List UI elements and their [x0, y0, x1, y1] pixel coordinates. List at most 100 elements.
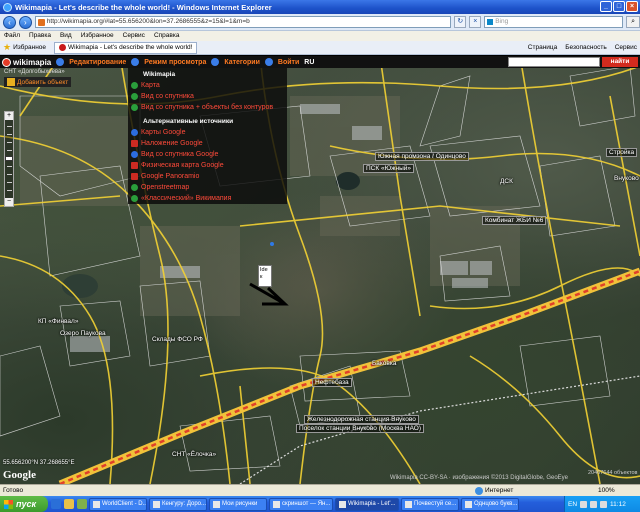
folder-quicklaunch-icon[interactable] [64, 499, 74, 509]
taskbar-item[interactable]: скриншот — Ян... [269, 497, 333, 511]
taskbar-item[interactable]: Однцово букв... [461, 497, 519, 511]
zoom-tick [7, 190, 12, 191]
place-popup[interactable]: Ide к [258, 265, 272, 287]
openstreetmap-icon [131, 184, 138, 191]
page-menu[interactable]: Страница [528, 42, 557, 54]
menu-item-satellite[interactable]: Вид со спутника [131, 91, 287, 102]
map-label[interactable]: ПСК «Южный» [363, 164, 414, 173]
taskbar: пуск WorldClient - D... Кенгуру: Доро...… [0, 496, 640, 512]
menu-edit[interactable]: Правка [29, 31, 51, 41]
wikimapia-logo[interactable]: wikimapia [2, 57, 51, 67]
wikimapia-toolbar: wikimapia Редактирование Режим просмотра… [0, 56, 640, 68]
menu-item-label: Карты Google [141, 129, 186, 136]
taskbar-item[interactable]: Почвестуй се... [401, 497, 459, 511]
task-label: Кенгуру: Доро... [162, 500, 207, 507]
login-link[interactable]: Войти [278, 59, 299, 66]
menu-help[interactable]: Справка [154, 31, 180, 41]
map-label[interactable]: Баковка [372, 360, 396, 367]
map-label[interactable]: Южная промзона / Одинцово [375, 152, 469, 161]
menu-item-classic-wikimapia[interactable]: «Классический» Викимапия [131, 193, 287, 204]
map-label[interactable]: КП «Финвал» [38, 318, 78, 325]
zoom-out-button[interactable]: − [5, 198, 13, 206]
stop-icon[interactable]: × [469, 16, 482, 28]
menu-favorites[interactable]: Избранное [81, 31, 114, 41]
tools-menu[interactable]: Сервис [615, 42, 637, 54]
login-icon [264, 58, 273, 66]
zoom-thumb[interactable] [5, 156, 13, 161]
task-label: Мои рисунки [222, 500, 258, 507]
categories-icon [211, 58, 220, 66]
map-label[interactable]: Комбинат ЖБИ №6 [482, 216, 547, 225]
page-zoom[interactable]: 100% [598, 485, 615, 496]
edit-link[interactable]: Редактирование [69, 59, 126, 66]
menu-item-label: Google Panoramio [141, 173, 200, 180]
ie-quicklaunch-icon[interactable] [51, 499, 61, 509]
language-selector[interactable]: RU [304, 59, 314, 66]
minimize-button[interactable]: _ [600, 1, 612, 12]
location-marker[interactable] [270, 242, 274, 246]
menu-item-google-physical[interactable]: Физическая карта Google [131, 160, 287, 171]
browser-tab[interactable]: Wikimapia - Let's describe the whole wor… [54, 41, 198, 54]
menu-item-google-overlay[interactable]: Наложение Google [131, 138, 287, 149]
menu-item-google-satellite[interactable]: Вид со спутника Google [131, 149, 287, 160]
map-label[interactable]: Склады ФСО РФ [152, 336, 203, 343]
favorites-label[interactable]: Избранное [13, 44, 46, 51]
safety-menu[interactable]: Безопасность [565, 42, 606, 54]
menu-item-label: «Классический» Викимапия [141, 195, 232, 202]
tray-icon[interactable] [600, 500, 608, 508]
search-go-button[interactable]: ⌕ [626, 16, 640, 28]
menu-bar: Файл Правка Вид Избранное Сервис Справка [0, 31, 640, 41]
start-button[interactable]: пуск [0, 496, 48, 512]
security-zone[interactable]: Интернет [475, 485, 513, 496]
back-icon[interactable]: ‹ [3, 15, 16, 29]
map-label[interactable]: Поселок станции Внуково (Москва НАО) [296, 424, 424, 433]
map-label[interactable]: Нефтебаза [312, 378, 352, 387]
clock[interactable]: 11:12 [610, 501, 626, 508]
maximize-button[interactable]: □ [613, 1, 625, 12]
page-icon [37, 19, 45, 26]
taskbar-item[interactable]: Кенгуру: Доро... [149, 497, 207, 511]
map-label[interactable]: Железнодорожная станция Внуково [304, 415, 419, 424]
add-object-button[interactable]: Добавить объект [4, 77, 72, 87]
map-search-button[interactable]: найти [602, 57, 638, 67]
menu-item-panoramio[interactable]: Google Panoramio [131, 171, 287, 182]
search-input[interactable]: Bing [484, 16, 624, 28]
map-label[interactable]: Внуково [614, 175, 639, 182]
taskbar-item[interactable]: WorldClient - D... [89, 497, 147, 511]
view-mode-link[interactable]: Режим просмотра [144, 59, 206, 66]
zoom-slider[interactable]: + − [4, 111, 14, 207]
close-button[interactable]: × [626, 1, 638, 12]
forward-icon[interactable]: › [18, 15, 32, 29]
menu-item-google-maps[interactable]: Карты Google [131, 127, 287, 138]
taskbar-item-active[interactable]: Wikimapia - Let'... [335, 497, 399, 511]
menu-item-satellite-no-outlines[interactable]: Вид со спутника + объекты без контуров [131, 102, 287, 113]
map-label[interactable]: Озеро Паукова [60, 330, 106, 337]
map-search-input[interactable] [508, 57, 600, 67]
menu-item-openstreetmap[interactable]: Openstreetmap [131, 182, 287, 193]
status-text: Готово [3, 487, 24, 494]
refresh-icon[interactable]: ↻ [454, 16, 467, 28]
zoom-tick [7, 174, 12, 175]
favorites-star-icon[interactable]: ★ [3, 42, 11, 53]
menu-tools[interactable]: Сервис [123, 31, 145, 41]
app-icon [273, 500, 280, 508]
map-copyright[interactable]: Wikimapia CC-BY-SA · изображения ©2013 D… [390, 475, 568, 481]
map-label[interactable]: ДСК [500, 178, 513, 185]
zoom-in-button[interactable]: + [5, 112, 13, 120]
map-label[interactable]: СНТ «Ёлочка» [172, 451, 216, 458]
menu-item-map[interactable]: Карта [131, 80, 287, 91]
categories-link[interactable]: Категории [224, 59, 260, 66]
zoom-tick [7, 142, 12, 143]
desktop-quicklaunch-icon[interactable] [77, 499, 87, 509]
task-label: скриншот — Ян... [282, 500, 331, 507]
object-count: 20467644 объектов [588, 470, 638, 476]
menu-view[interactable]: Вид [60, 31, 72, 41]
map-label[interactable]: Стройка [606, 148, 638, 157]
tray-icon[interactable] [580, 500, 588, 508]
current-place-label: СНТ «Долгобыхеева» [4, 69, 65, 75]
url-input[interactable]: http://wikimapia.org/#lat=55.656200&lon=… [34, 16, 452, 28]
menu-file[interactable]: Файл [4, 31, 20, 41]
tray-icon[interactable] [590, 500, 598, 508]
language-indicator[interactable]: EN [568, 501, 577, 508]
taskbar-item[interactable]: Мои рисунки [209, 497, 267, 511]
